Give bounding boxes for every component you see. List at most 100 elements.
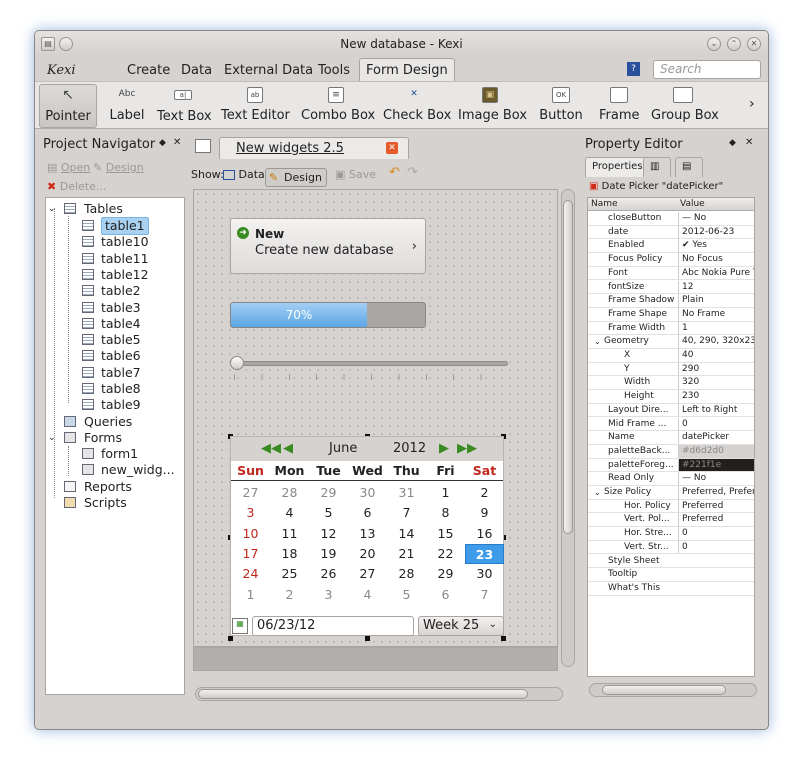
tree-table-table3[interactable]: table3 xyxy=(46,300,184,316)
menu-external-data[interactable]: External Data xyxy=(224,63,313,78)
property-row[interactable]: Height 230 xyxy=(588,390,754,404)
calendar-icon[interactable]: ▦ xyxy=(232,618,248,634)
combobox-tool-button[interactable]: ≡ Combo Box xyxy=(301,84,375,128)
calendar-day[interactable]: 15 xyxy=(426,524,465,544)
menu-data[interactable]: Data xyxy=(181,63,212,78)
tree-table-table9[interactable]: table9 xyxy=(46,397,184,413)
delete-button[interactable]: ✖ Delete... xyxy=(47,180,106,193)
calendar-day[interactable]: 9 xyxy=(465,503,504,523)
next-year-icon[interactable]: ▶▶ xyxy=(457,441,477,456)
calendar-day[interactable]: 1 xyxy=(426,483,465,503)
calendar-day[interactable]: 27 xyxy=(231,483,270,503)
tree-table-table4[interactable]: table4 xyxy=(46,316,184,332)
open-button[interactable]: ▤ Open xyxy=(47,161,90,174)
calendar-day[interactable]: 7 xyxy=(387,503,426,523)
property-row[interactable]: Frame Shadow Plain xyxy=(588,294,754,308)
tree-tables[interactable]: ⌄ Tables xyxy=(46,201,184,217)
calendar-day[interactable]: 13 xyxy=(348,524,387,544)
calendar-day[interactable]: 25 xyxy=(270,564,309,584)
property-row[interactable]: paletteBack... #d6d2d0 xyxy=(588,444,754,459)
property-row[interactable]: fontSize 12 xyxy=(588,280,754,295)
calendar-day[interactable]: 23 xyxy=(465,543,504,564)
tree-table-table12[interactable]: table12 xyxy=(46,267,184,283)
property-row[interactable]: Read Only — No xyxy=(588,472,754,486)
text-editor-tool-button[interactable]: ab Text Editor xyxy=(221,84,290,128)
tree-table-table11[interactable]: table11 xyxy=(46,251,184,267)
tab-widgets[interactable]: ▤ xyxy=(675,157,703,177)
close-icon[interactable]: ✕ xyxy=(747,37,761,51)
menu-tools[interactable]: Tools xyxy=(318,63,350,78)
calendar-day[interactable]: 8 xyxy=(426,503,465,523)
calendar-day[interactable]: 4 xyxy=(348,585,387,605)
property-row[interactable]: ⌄Size PolicyPreferred, Preferre xyxy=(588,486,754,500)
calendar-day[interactable]: 27 xyxy=(348,564,387,584)
calendar-day[interactable]: 29 xyxy=(426,564,465,584)
property-row[interactable]: Style Sheet xyxy=(588,555,754,569)
calendar-day[interactable]: 22 xyxy=(426,544,465,564)
property-row[interactable]: FontAbc Nokia Pure Tex xyxy=(588,266,754,281)
close-tab-icon[interactable]: ✕ xyxy=(386,142,398,154)
design-view-button[interactable]: ✎ Design xyxy=(265,168,327,187)
property-row[interactable]: Name datePicker xyxy=(588,431,754,445)
editor-horizontal-scrollbar[interactable] xyxy=(195,687,563,701)
property-row[interactable]: X 40 xyxy=(588,349,754,363)
calendar-day[interactable]: 29 xyxy=(309,483,348,503)
form-canvas[interactable]: ➜ New Create new database › 70% ◀◀ ◀ Jun… xyxy=(193,189,558,647)
frame-tool-button[interactable]: Frame xyxy=(599,84,640,128)
tab-properties[interactable]: Properties xyxy=(585,157,650,177)
property-grid[interactable]: Name Value closeButton — No date 2012-06-23… xyxy=(587,197,755,677)
tree-form1[interactable]: form1 xyxy=(46,446,184,462)
calendar-day[interactable]: 14 xyxy=(387,524,426,544)
property-row[interactable]: Tooltip xyxy=(588,568,754,582)
button-tool-button[interactable]: OK Button xyxy=(539,84,583,128)
calendar-day[interactable]: 7 xyxy=(465,585,504,605)
imagebox-tool-button[interactable]: ▣ Image Box xyxy=(458,84,527,128)
month-label[interactable]: June xyxy=(329,441,357,456)
calendar-day[interactable]: 28 xyxy=(270,483,309,503)
calendar-day[interactable]: 11 xyxy=(270,524,309,544)
calendar-day[interactable]: 3 xyxy=(309,585,348,605)
calendar-day[interactable]: 30 xyxy=(465,564,504,584)
property-row[interactable]: Focus Policy No Focus xyxy=(588,253,754,267)
calendar-day[interactable]: 5 xyxy=(309,503,348,523)
calendar-day[interactable]: 12 xyxy=(309,524,348,544)
tree-table-table7[interactable]: table7 xyxy=(46,365,184,381)
slider-handle[interactable] xyxy=(230,356,244,370)
pe-close-icon[interactable]: ✕ xyxy=(745,137,753,148)
property-row[interactable]: date 2012-06-23 xyxy=(588,225,754,240)
prev-month-icon[interactable]: ◀ xyxy=(283,441,293,456)
tree-table-table5[interactable]: table5 xyxy=(46,332,184,348)
prev-year-icon[interactable]: ◀◀ xyxy=(261,441,281,456)
calendar-day[interactable]: 21 xyxy=(387,544,426,564)
pn-close-icon[interactable]: ✕ xyxy=(173,137,181,148)
calendar-day[interactable]: 20 xyxy=(348,544,387,564)
save-button[interactable]: ▣ Save xyxy=(335,168,376,181)
checkbox-tool-button[interactable]: ✕ Check Box xyxy=(383,84,451,128)
date-picker[interactable]: ◀◀ ◀ June 2012 ▶ ▶▶ Sun Mon Tue Wed Thu Fri Sa… xyxy=(230,436,504,636)
date-input[interactable]: 06/23/12 xyxy=(252,616,414,636)
calendar-day[interactable]: 5 xyxy=(387,585,426,605)
property-row[interactable]: ⌄ Geometry 40, 290, 320x230 xyxy=(588,335,754,349)
pn-float-icon[interactable]: ◆ xyxy=(159,138,166,148)
maximize-icon[interactable]: ⌃ xyxy=(727,37,741,51)
search-input[interactable]: Search xyxy=(653,60,761,79)
pe-horizontal-scrollbar[interactable] xyxy=(589,683,757,697)
calendar-day[interactable]: 31 xyxy=(387,483,426,503)
tree-table-table10[interactable]: table10 xyxy=(46,234,184,250)
property-row[interactable]: Enabled ✔ Yes xyxy=(588,239,754,254)
calendar-day[interactable]: 2 xyxy=(465,483,504,503)
calendar-day[interactable]: 6 xyxy=(348,503,387,523)
groupbox-tool-button[interactable]: Group Box xyxy=(651,84,719,128)
minimize-icon[interactable]: ⌄ xyxy=(707,37,721,51)
calendar-day[interactable]: 4 xyxy=(270,503,309,523)
tree-scripts[interactable]: Scripts xyxy=(46,495,184,511)
pe-float-icon[interactable]: ◆ xyxy=(729,138,736,148)
tree-forms[interactable]: ⌄ Forms xyxy=(46,430,184,446)
tab-new-widgets[interactable]: New widgets 2.5 ✕ xyxy=(219,137,409,159)
calendar-day[interactable]: 30 xyxy=(348,483,387,503)
property-row[interactable]: closeButton — No xyxy=(588,212,754,226)
textbox-tool-button[interactable]: a| Text Box xyxy=(157,84,212,128)
slider-track[interactable] xyxy=(234,361,508,366)
property-row[interactable]: Hor. Policy Preferred xyxy=(588,499,754,514)
calendar-day[interactable]: 17 xyxy=(231,544,270,564)
